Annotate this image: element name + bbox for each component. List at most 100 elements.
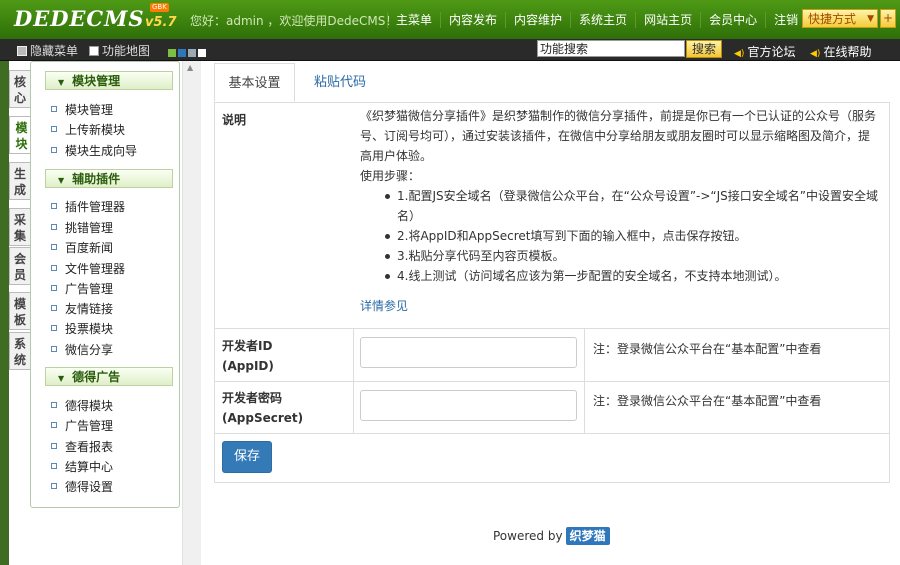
vtab-template[interactable]: 模板: [9, 292, 31, 330]
item-label: 微信分享: [65, 343, 114, 357]
triangle-down-icon: ▼: [58, 374, 65, 383]
greeting-text: 您好：admin ，欢迎使用DedeCMS！: [190, 14, 398, 28]
step-item: 1.配置JS安全域名（登录微信公众平台，在“公众号设置”->“JS接口安全域名”…: [385, 186, 880, 226]
vtab-core[interactable]: 核心: [9, 70, 31, 108]
site-map-button[interactable]: 功能地图: [89, 42, 150, 59]
official-forum-link[interactable]: ◀) 官方论坛: [734, 43, 795, 60]
sidebar-scrollbar[interactable]: ▲: [182, 61, 201, 565]
appid-label-line: 开发者ID: [222, 339, 273, 353]
quick-menu-dropdown[interactable]: 快捷方式 ▼: [802, 9, 878, 28]
sidebar-item-module-manage[interactable]: 模块管理: [51, 101, 113, 118]
sidebar-group-dede-ads[interactable]: ▼ 德得广告: [45, 367, 173, 386]
sidebar-item-module-wizard[interactable]: 模块生成向导: [51, 142, 137, 159]
help-link-label: 在线帮助: [823, 45, 872, 59]
theme-green-swatch[interactable]: [168, 49, 176, 57]
sidebar-item-wechat-share[interactable]: 微信分享: [51, 341, 113, 358]
appsecret-note: 注：登录微信公众平台在“基本配置”中查看: [593, 394, 822, 408]
appsecret-label: 开发者密码 (AppSecret): [222, 388, 303, 428]
sidebar-item-error-manage[interactable]: 挑错管理: [51, 219, 113, 236]
triangle-down-icon: ▼: [58, 176, 65, 185]
save-button[interactable]: 保存: [222, 441, 272, 473]
bullet-icon: [51, 126, 57, 132]
steps-title: 使用步骤：: [360, 169, 421, 183]
hide-menu-button[interactable]: 隐藏菜单: [17, 42, 78, 59]
sidebar-group-module-manage[interactable]: ▼ 模块管理: [45, 71, 173, 90]
sidebar-group-plugins[interactable]: ▼ 辅助插件: [45, 169, 173, 188]
vtab-label: 核心: [13, 75, 26, 105]
item-label: 模块管理: [65, 103, 114, 117]
tab-basic-settings[interactable]: 基本设置: [214, 63, 295, 102]
logo-version: v5.7: [145, 15, 177, 30]
vtab-system[interactable]: 系统: [9, 332, 31, 370]
appid-label: 开发者ID (AppID): [222, 336, 274, 376]
bullet-icon: [51, 224, 57, 230]
sidebar-item-dede-ad-manage[interactable]: 广告管理: [51, 417, 113, 434]
chevron-down-icon: ▼: [867, 14, 874, 24]
sidebar-item-file-manager[interactable]: 文件管理器: [51, 260, 125, 277]
function-search-input[interactable]: [537, 40, 685, 57]
sidebar-item-ad-manage[interactable]: 广告管理: [51, 280, 113, 297]
vtab-label: 模板: [13, 297, 26, 327]
bullet-icon: [51, 305, 57, 311]
item-label: 查看报表: [65, 440, 114, 454]
tab-paste-code[interactable]: 粘贴代码: [295, 63, 385, 102]
sidebar-menu: ▼ 模块管理 模块管理 上传新模块 模块生成向导 ▼ 辅助插件 插件管理器 挑错管理…: [30, 61, 180, 508]
speaker-icon: ◀): [810, 49, 821, 59]
theme-white-swatch[interactable]: [198, 49, 206, 57]
sidebar-item-settlement[interactable]: 结算中心: [51, 458, 113, 475]
sidebar-item-baidu-news[interactable]: 百度新闻: [51, 239, 113, 256]
theme-gray-swatch[interactable]: [188, 49, 196, 57]
item-label: 投票模块: [65, 322, 114, 336]
settings-table: 说明 《织梦猫微信分享插件》是织梦猫制作的微信分享插件，前提是你已有一个已认证的…: [214, 102, 890, 483]
logo-badge: GBK: [150, 3, 169, 12]
bullet-icon: [51, 443, 57, 449]
theme-blue-swatch[interactable]: [178, 49, 186, 57]
dedecms-logo: DEDECMS: [14, 6, 145, 31]
bullet-icon: [51, 147, 57, 153]
appid-input[interactable]: [360, 337, 577, 368]
nav-member-center[interactable]: 会员中心: [700, 12, 765, 28]
sidebar-item-plugin-manager[interactable]: 插件管理器: [51, 198, 125, 215]
group-title: 模块管理: [72, 74, 121, 88]
bullet-icon: [51, 285, 57, 291]
sidebar-item-upload-module[interactable]: 上传新模块: [51, 121, 125, 138]
vtab-generate[interactable]: 生成: [9, 162, 31, 200]
nav-content-maintain[interactable]: 内容维护: [505, 12, 570, 28]
vtab-label: 生成: [13, 167, 26, 197]
nav-content-publish[interactable]: 内容发布: [440, 12, 505, 28]
row-divider: [215, 328, 889, 329]
left-strip: [0, 61, 9, 565]
appsecret-input[interactable]: [360, 390, 577, 421]
appsecret-label-line: 开发者密码: [222, 391, 283, 405]
search-button[interactable]: 搜索: [686, 40, 722, 58]
group-title: 德得广告: [72, 370, 121, 384]
nav-main-menu[interactable]: 主菜单: [387, 12, 440, 28]
sidebar-item-friend-links[interactable]: 友情链接: [51, 300, 113, 317]
item-label: 百度新闻: [65, 241, 114, 255]
appid-note: 注：登录微信公众平台在“基本配置”中查看: [593, 342, 822, 356]
sidebar-item-dede-settings[interactable]: 德得设置: [51, 478, 113, 495]
bullet-icon: [51, 463, 57, 469]
nav-logout[interactable]: 注销: [765, 12, 806, 28]
nav-site-home[interactable]: 网站主页: [635, 12, 700, 28]
item-label: 广告管理: [65, 419, 114, 433]
sidebar-item-dede-module[interactable]: 德得模块: [51, 397, 113, 414]
grid-icon: [89, 46, 99, 56]
add-quick-button[interactable]: +: [880, 9, 896, 28]
vtab-collect[interactable]: 采集: [9, 208, 31, 246]
online-help-link[interactable]: ◀) 在线帮助: [810, 43, 871, 60]
bullet-icon: [51, 106, 57, 112]
hide-menu-icon: [17, 46, 27, 56]
nav-system-home[interactable]: 系统主页: [570, 12, 635, 28]
vtab-member[interactable]: 会员: [9, 247, 31, 285]
sidebar-item-vote-module[interactable]: 投票模块: [51, 320, 113, 337]
item-label: 友情链接: [65, 302, 114, 316]
brand-badge[interactable]: 织梦猫: [565, 527, 610, 545]
sidebar-item-view-report[interactable]: 查看报表: [51, 438, 113, 455]
item-label: 德得模块: [65, 399, 114, 413]
scroll-up-icon[interactable]: ▲: [187, 63, 193, 72]
step-item: 2.将AppID和AppSecret填写到下面的输入框中，点击保存按钮。: [385, 226, 880, 246]
forum-link-label: 官方论坛: [747, 45, 796, 59]
bullet-icon: [51, 203, 57, 209]
details-link[interactable]: 详情参见: [360, 296, 880, 316]
